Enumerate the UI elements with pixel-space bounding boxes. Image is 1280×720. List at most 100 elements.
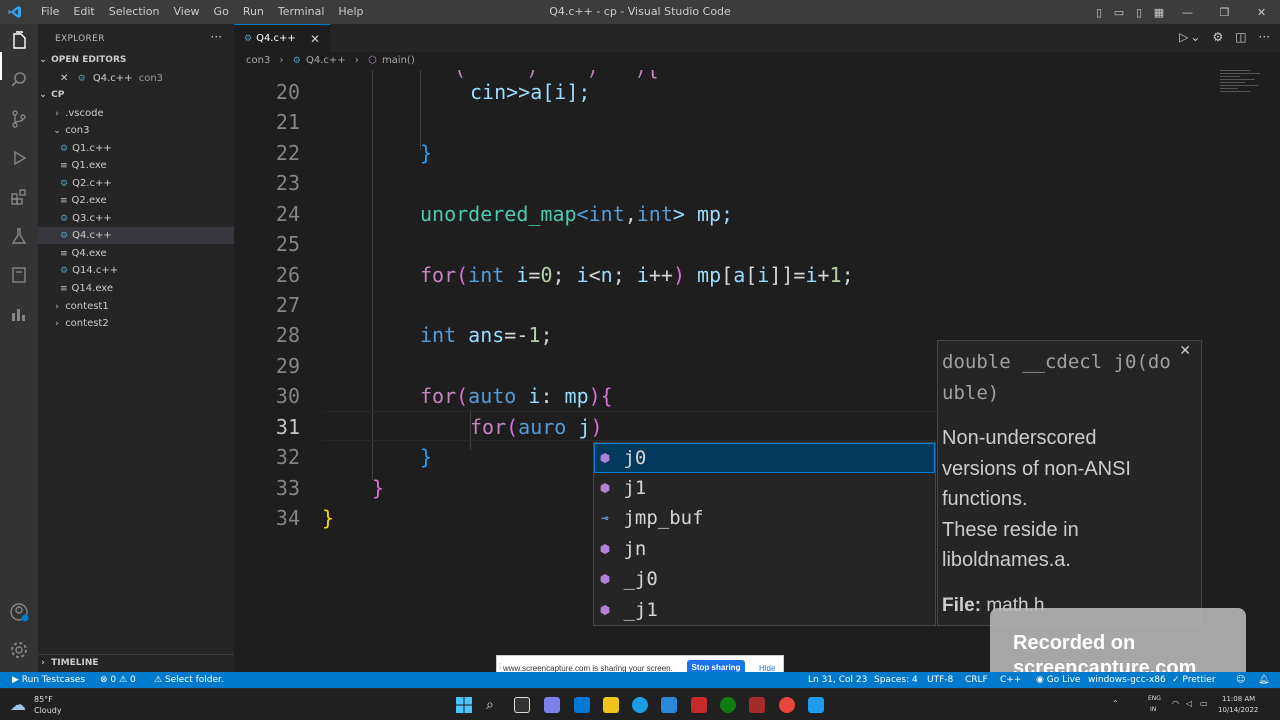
widgets-icon[interactable] (574, 697, 590, 713)
language-mode[interactable]: C++ (1000, 672, 1021, 688)
problems-indicator[interactable]: ⊗ 0 ⚠ 0 (100, 672, 136, 688)
explorer-icon[interactable] (9, 31, 29, 51)
battery-icon[interactable]: ▭ (1200, 699, 1208, 708)
settings-gear-icon[interactable] (9, 640, 29, 660)
tree-item-contest1[interactable]: › contest1 (38, 298, 234, 315)
chart-icon[interactable] (9, 304, 29, 324)
tab-q4-cpp[interactable]: ⚙ Q4.c++ ✕ (234, 24, 330, 52)
testing-flask-icon[interactable] (9, 226, 29, 246)
select-folder-button[interactable]: ⚠ Select folder. (154, 672, 224, 688)
suggestion-item[interactable]: ⬢ jn (594, 534, 935, 564)
minimize-button[interactable]: — (1169, 6, 1206, 19)
tree-item-q14-cpp[interactable]: ⚙ Q14.c++ (38, 262, 234, 279)
speaker-icon[interactable]: ◁ (1186, 699, 1192, 708)
suggestion-item[interactable]: ⬢ j0 (594, 443, 935, 473)
tree-item-vscode[interactable]: › .vscode (38, 105, 234, 122)
menu-selection[interactable]: Selection (102, 5, 167, 18)
xbox-icon[interactable] (720, 697, 736, 713)
edge-icon[interactable] (632, 697, 648, 713)
tree-item-q2-exe[interactable]: ≡ Q2.exe (38, 192, 234, 209)
indentation[interactable]: Spaces: 4 (874, 672, 918, 688)
close-icon[interactable]: ✕ (60, 73, 68, 84)
tree-item-q14-exe[interactable]: ≡ Q14.exe (38, 280, 234, 297)
suggestion-item[interactable]: ⬢ _j0 (594, 564, 935, 594)
toggle-panel-icon[interactable]: ▭ (1109, 6, 1129, 19)
extensions-icon[interactable] (9, 187, 29, 207)
tree-item-contest2[interactable]: › contest2 (38, 315, 234, 332)
run-testcases-button[interactable]: ▶ Run Testcases (12, 672, 85, 688)
chevron-up-icon[interactable]: ⌃ (1112, 699, 1119, 708)
menu-help[interactable]: Help (331, 5, 370, 18)
tree-item-q2-cpp[interactable]: ⚙ Q2.c++ (38, 175, 234, 192)
compiler-config[interactable]: windows-gcc-x86 (1088, 672, 1166, 688)
menu-terminal[interactable]: Terminal (271, 5, 332, 18)
search-icon[interactable] (9, 70, 29, 90)
tree-item-q1-cpp[interactable]: ⚙ Q1.c++ (38, 140, 234, 157)
tree-item-q1-exe[interactable]: ≡ Q1.exe (38, 157, 234, 174)
split-editor-icon[interactable]: ◫ (1235, 30, 1246, 44)
language-top[interactable]: ENG (1148, 695, 1161, 702)
task-view-icon[interactable] (514, 697, 530, 713)
line-number: 30 (275, 384, 300, 408)
run-play-icon[interactable]: ▷ (1179, 30, 1188, 44)
account-icon[interactable] (9, 602, 29, 622)
chrome-icon[interactable] (779, 697, 795, 713)
more-actions-icon[interactable]: ··· (211, 30, 222, 44)
suggestion-item[interactable]: ⬢ _j1 (594, 595, 935, 625)
encoding[interactable]: UTF-8 (927, 672, 953, 688)
open-editors-section[interactable]: ⌄ OPEN EDITORS (38, 52, 234, 69)
menu-file[interactable]: File (34, 5, 66, 18)
breadcrumb-symbol[interactable]: main() (382, 55, 415, 66)
gear-icon[interactable]: ⚙ (1212, 30, 1223, 44)
more-actions-icon[interactable]: ··· (1259, 30, 1270, 44)
go-live-button[interactable]: ◉ Go Live (1036, 672, 1080, 688)
toggle-sidebar-icon[interactable]: ▯ (1089, 6, 1109, 19)
restore-button[interactable]: ❐ (1206, 6, 1243, 19)
menu-go[interactable]: Go (207, 5, 236, 18)
menu-run[interactable]: Run (236, 5, 271, 18)
wifi-icon[interactable]: ◠ (1172, 699, 1179, 708)
doc-line: These reside in (942, 518, 1079, 541)
tree-item-q4-cpp[interactable]: ⚙ Q4.c++ (38, 227, 234, 244)
breadcrumb-folder[interactable]: con3 (246, 55, 270, 66)
breadcrumb-file[interactable]: Q4.c++ (306, 55, 346, 66)
cursor-position[interactable]: Ln 31, Col 23 (808, 672, 867, 688)
vertical-scrollbar[interactable] (1266, 70, 1280, 658)
close-tab-icon[interactable]: ✕ (310, 25, 320, 53)
timeline-section[interactable]: › TIMELINE (38, 654, 234, 672)
explorer-header: EXPLORER (55, 34, 105, 44)
windows-start-icon[interactable] (456, 697, 472, 713)
chat-icon[interactable] (544, 697, 560, 713)
minimap[interactable] (1220, 70, 1266, 120)
app-icon[interactable] (749, 697, 765, 713)
menu-edit[interactable]: Edit (66, 5, 101, 18)
toggle-secondary-sidebar-icon[interactable]: ▯ (1129, 6, 1149, 19)
close-details-icon[interactable]: ✕ (1179, 343, 1191, 359)
close-window-button[interactable]: ✕ (1243, 6, 1280, 19)
language-bottom[interactable]: IN (1150, 706, 1156, 713)
run-debug-icon[interactable] (9, 148, 29, 168)
suggestion-item[interactable]: ⬢ j1 (594, 473, 935, 503)
file-explorer-icon[interactable] (603, 697, 619, 713)
tree-item-q3-cpp[interactable]: ⚙ Q3.c++ (38, 210, 234, 227)
vscode-taskbar-icon[interactable] (808, 697, 824, 713)
app-icon[interactable] (691, 697, 707, 713)
notebook-icon[interactable] (9, 265, 29, 285)
tree-item-q4-exe[interactable]: ≡ Q4.exe (38, 245, 234, 262)
clock-time[interactable]: 11:08 AM (1222, 695, 1255, 703)
open-editor-item[interactable]: ✕ ⚙ Q4.c++ con3 (38, 70, 234, 87)
run-dropdown-icon[interactable]: ⌄ (1190, 30, 1200, 44)
customize-layout-icon[interactable]: ▦ (1149, 6, 1169, 19)
bell-icon[interactable]: 🔔︎ (1258, 672, 1269, 688)
prettier-button[interactable]: ✓ Prettier (1172, 672, 1216, 688)
feedback-icon[interactable]: ☺ (1236, 672, 1245, 688)
menu-view[interactable]: View (166, 5, 206, 18)
store-icon[interactable] (661, 697, 677, 713)
clock-date[interactable]: 10/14/2022 (1218, 706, 1258, 714)
tree-item-con3[interactable]: ⌄ con3 (38, 122, 234, 139)
search-icon[interactable]: ⌕ (486, 697, 502, 713)
workspace-section[interactable]: ⌄ CP (38, 87, 234, 104)
source-control-icon[interactable] (9, 109, 29, 129)
suggestion-item[interactable]: ⊸ jmp_buf (594, 503, 935, 533)
end-of-line[interactable]: CRLF (965, 672, 988, 688)
